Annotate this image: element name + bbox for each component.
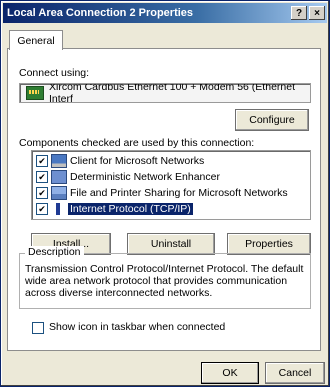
list-item[interactable]: ✔ Internet Protocol (TCP/IP)	[36, 201, 193, 216]
network-client-icon	[51, 153, 67, 168]
checkbox-client[interactable]: ✔	[36, 154, 48, 167]
adapter-field: Xircom Cardbus Ethernet 100 + Modem 56 (…	[19, 83, 311, 103]
description-legend: Description	[25, 246, 84, 258]
list-item[interactable]: ✔ File and Printer Sharing for Microsoft…	[36, 185, 288, 200]
components-label: Components checked are used by this conn…	[19, 137, 255, 149]
component-label: Client for Microsoft Networks	[70, 154, 205, 167]
close-button[interactable]: ×	[309, 6, 325, 20]
uninstall-button[interactable]: Uninstall	[127, 233, 215, 255]
cancel-button[interactable]: Cancel	[265, 362, 325, 384]
sharing-icon	[51, 185, 67, 200]
properties-dialog: Local Area Connection 2 Properties ? × G…	[0, 0, 330, 387]
tab-general[interactable]: General	[9, 30, 63, 50]
protocol-icon	[56, 202, 60, 215]
list-item[interactable]: ✔ Client for Microsoft Networks	[36, 153, 204, 168]
scheduler-icon	[51, 169, 67, 184]
checkbox-tcpip[interactable]: ✔	[36, 202, 48, 215]
component-label: File and Printer Sharing for Microsoft N…	[70, 186, 288, 199]
adapter-name: Xircom Cardbus Ethernet 100 + Modem 56 (…	[49, 83, 296, 103]
show-icon-checkbox[interactable]	[32, 322, 44, 334]
checkbox-dne[interactable]: ✔	[36, 170, 48, 183]
connect-using-label: Connect using:	[19, 67, 90, 79]
checkbox-sharing[interactable]: ✔	[36, 186, 48, 199]
description-text: Transmission Control Protocol/Internet P…	[25, 263, 304, 299]
component-label-selected: Internet Protocol (TCP/IP)	[68, 202, 193, 215]
network-adapter-icon	[26, 86, 44, 100]
configure-button[interactable]: Configure	[235, 109, 309, 131]
title-bar[interactable]: Local Area Connection 2 Properties ? ×	[3, 3, 327, 23]
window-title: Local Area Connection 2 Properties	[7, 7, 194, 19]
list-item[interactable]: ✔ Deterministic Network Enhancer	[36, 169, 220, 184]
properties-button[interactable]: Properties	[227, 233, 311, 255]
components-list[interactable]: ✔ Client for Microsoft Networks ✔ Determ…	[31, 150, 311, 220]
help-button[interactable]: ?	[291, 6, 307, 20]
ok-button[interactable]: OK	[201, 362, 259, 384]
component-label: Deterministic Network Enhancer	[70, 170, 220, 183]
show-icon-label[interactable]: Show icon in taskbar when connected	[49, 321, 225, 333]
